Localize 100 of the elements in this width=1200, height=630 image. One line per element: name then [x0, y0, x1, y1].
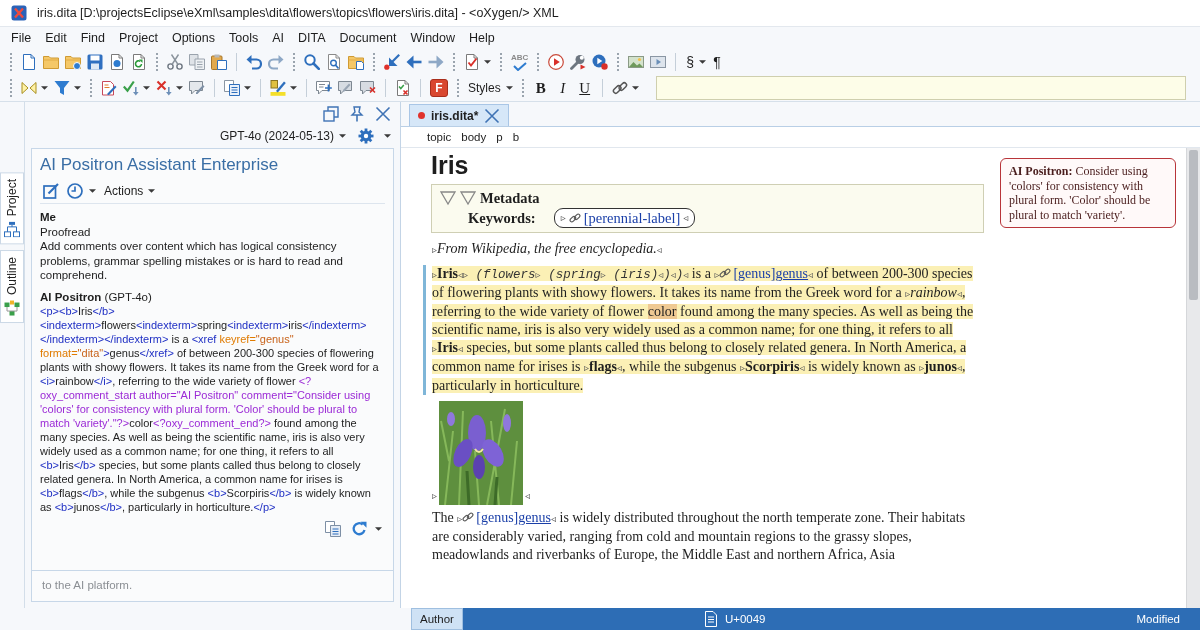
tag-marker: ▹ [432, 489, 438, 503]
delete-comment-icon[interactable] [360, 80, 376, 96]
back-arrow-icon[interactable] [406, 54, 422, 70]
character-code: U+0049 [724, 613, 766, 625]
comment-pen-icon[interactable] [189, 80, 205, 96]
menu-item[interactable]: Help [462, 29, 502, 47]
copy-document-icon[interactable] [325, 521, 341, 537]
section-sign-button[interactable]: § [682, 53, 699, 71]
breadcrumb-item[interactable]: b [512, 131, 520, 143]
settings-icon[interactable] [358, 128, 374, 144]
document-search-icon[interactable] [326, 54, 342, 70]
message-text: Add comments over content which has logical consistency problems, grammar spelling mistakes or is hard to read and comprehend. [40, 239, 344, 283]
side-tab[interactable]: Outline [0, 250, 24, 324]
paragraph: ▹From Wikipedia, the free encyclopedia.◃ [432, 240, 663, 258]
paste-icon[interactable] [211, 54, 227, 70]
arrow-dot-icon[interactable] [384, 54, 400, 70]
dropdown-arrow-icon[interactable] [484, 60, 491, 64]
dropdown-arrow-icon[interactable] [631, 86, 639, 90]
document-status: Modified [1136, 613, 1180, 625]
edit-comment-icon[interactable] [338, 80, 354, 96]
check-document-icon[interactable] [464, 54, 480, 70]
message-author: Me [40, 210, 57, 225]
dropdown-arrow-icon[interactable] [176, 86, 183, 90]
keyword-link[interactable]: ▹ [perennial-label] ◃ [553, 208, 696, 228]
filter-icon[interactable] [54, 80, 70, 96]
pin-icon[interactable] [349, 106, 365, 122]
scrollbar-thumb[interactable] [1189, 150, 1198, 300]
restore-icon[interactable] [323, 106, 339, 122]
caret-icon [148, 189, 156, 193]
search-icon[interactable] [304, 54, 320, 70]
underline-button[interactable]: U [573, 78, 596, 98]
menu-item[interactable]: AI [265, 29, 292, 47]
f-tile-button[interactable]: F [430, 79, 448, 97]
document-icon [702, 611, 719, 627]
menu-item[interactable]: Document [332, 29, 404, 47]
tag-markers-icon[interactable] [21, 80, 37, 96]
collapse-icon[interactable] [460, 190, 476, 206]
dropdown-arrow-icon[interactable] [74, 86, 81, 90]
menu-item[interactable]: Project [112, 29, 165, 47]
dropdown-arrow-icon[interactable] [290, 86, 297, 90]
breadcrumb-item[interactable]: topic [427, 131, 452, 143]
side-tab[interactable]: Project [0, 172, 24, 245]
dropdown-arrow-icon[interactable] [89, 189, 96, 193]
play-gear-icon[interactable] [592, 54, 609, 70]
image-icon[interactable] [628, 54, 645, 70]
folder-globe-icon[interactable] [65, 54, 81, 70]
editor-tab[interactable]: iris.dita* [409, 104, 510, 126]
menu-item[interactable]: Edit [38, 29, 74, 47]
link-icon[interactable] [611, 80, 628, 96]
dropdown-arrow-icon[interactable] [699, 60, 707, 64]
dropdown-arrow-icon[interactable] [143, 86, 150, 90]
link-icon [568, 212, 581, 224]
document-globe-icon[interactable] [109, 54, 125, 70]
breadcrumb-item[interactable]: p [496, 131, 503, 143]
pilcrow-button[interactable]: ¶ [709, 53, 725, 71]
scissors-icon[interactable] [167, 54, 183, 70]
caret-icon [505, 86, 513, 90]
highlighter-icon[interactable] [270, 80, 286, 96]
breadcrumb-item[interactable]: body [461, 131, 487, 143]
editor-mode-tab[interactable]: Author [411, 608, 463, 630]
dropdown-arrow-icon[interactable] [384, 134, 391, 138]
menu-item[interactable]: DITA [291, 29, 333, 47]
styles-dropdown[interactable]: Styles [465, 79, 516, 97]
dropdown-arrow-icon[interactable] [244, 86, 251, 90]
pen-document-icon[interactable] [101, 80, 117, 96]
collapse-icon[interactable] [440, 190, 456, 206]
model-dropdown[interactable]: GPT-4o (2024-05-13) [216, 127, 349, 145]
play-circle-icon[interactable] [548, 54, 565, 70]
film-icon[interactable] [650, 54, 667, 70]
italic-button[interactable]: I [551, 78, 574, 98]
undo-icon[interactable] [246, 54, 262, 70]
dropdown-arrow-icon[interactable] [375, 527, 382, 531]
document-refresh-icon[interactable] [131, 54, 147, 70]
menu-item[interactable]: Tools [222, 29, 266, 47]
wrench-icon[interactable] [570, 54, 587, 70]
save-icon[interactable] [87, 54, 103, 70]
chat-input[interactable]: to the AI platform. [32, 570, 393, 601]
menu-item[interactable]: File [4, 29, 39, 47]
review-document-icon[interactable] [395, 80, 411, 96]
vertical-scrollbar[interactable] [1186, 148, 1200, 608]
check-arrow-icon[interactable] [123, 80, 139, 96]
folder-document-icon[interactable] [348, 54, 364, 70]
close-icon[interactable] [375, 106, 391, 122]
dropdown-arrow-icon[interactable] [41, 86, 48, 90]
bold-button[interactable]: B [529, 78, 552, 98]
new-document-icon[interactable] [21, 54, 37, 70]
pen-square-icon[interactable] [43, 183, 59, 199]
menu-item[interactable]: Options [164, 29, 223, 47]
refresh-icon[interactable] [351, 521, 367, 537]
actions-dropdown[interactable]: Actions [101, 182, 159, 200]
menu-item[interactable]: Window [403, 29, 463, 47]
cross-arrow-icon[interactable] [156, 80, 172, 96]
link[interactable]: [genus]genus [719, 266, 809, 281]
clock-icon[interactable] [67, 183, 83, 199]
link[interactable]: [genus]genus [462, 510, 551, 525]
menu-item[interactable]: Find [73, 29, 113, 47]
tag-marker: ◃ [525, 489, 531, 503]
close-icon[interactable] [484, 107, 501, 124]
documents-icon[interactable] [224, 80, 240, 96]
add-comment-icon[interactable] [316, 80, 332, 96]
